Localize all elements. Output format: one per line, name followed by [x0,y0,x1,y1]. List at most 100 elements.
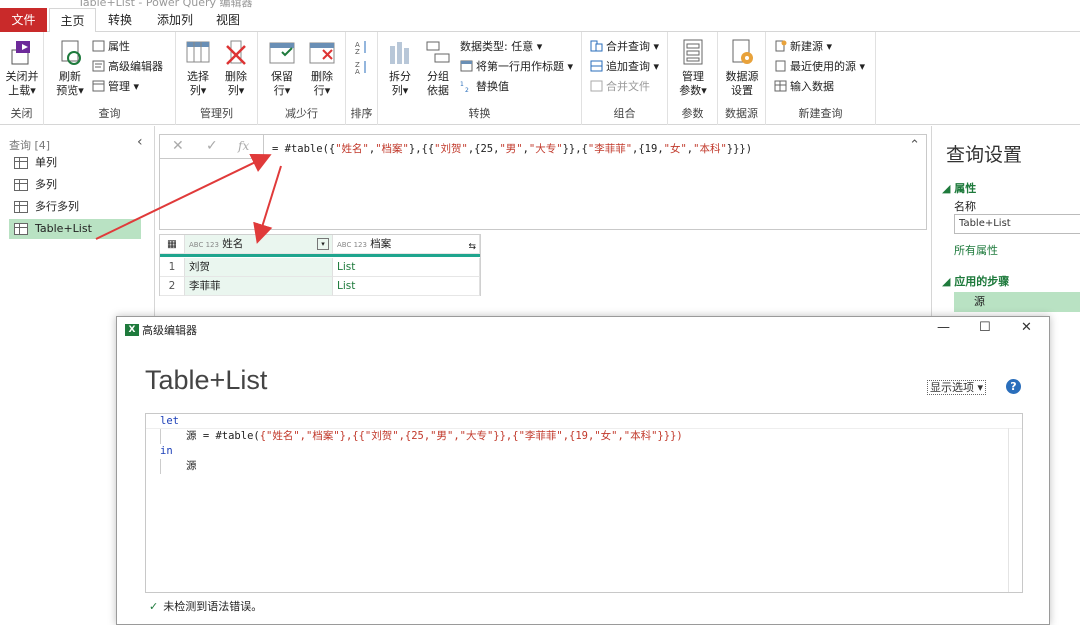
data-type-dropdown[interactable]: 数据类型: 任意 ▾ [460,38,542,56]
formula-prefix: = #table( [272,143,329,155]
refresh-preview-button[interactable]: 刷新 预览▾ [52,38,88,98]
group-by-label-1: 分组 [427,70,449,83]
formula-buttons: ✕ ✓ fx [160,135,264,159]
group-sort: AZ ZA 排序 [346,32,378,125]
tab-home[interactable]: 主页 [49,8,96,33]
remove-columns-button[interactable]: 删除 列▾ [218,38,254,98]
keep-rows-button[interactable]: 保留 行▾ [264,38,300,98]
formula-token: ,{25, [467,143,500,155]
choose-columns-label-1: 选择 [187,70,209,83]
recent-sources-button[interactable]: 最近使用的源 ▾ [774,58,865,76]
split-column-button[interactable]: 拆分 列▾ [382,38,418,98]
group-transform: 拆分 列▾ 分组 依据 数据类型: 任意 ▾ 将第一行用作标题 ▾ 1 2 替换值 … [378,32,582,125]
group-by-icon [424,38,452,66]
replace-values-button[interactable]: 1 2 替换值 [460,78,509,96]
query-item-label: 单列 [35,156,57,169]
group-by-button[interactable]: 分组 依据 [420,38,456,98]
query-name-input[interactable]: Table+List [954,214,1080,234]
properties-button[interactable]: 属性 [92,38,130,56]
cell-list-link[interactable]: List [333,258,480,277]
query-item[interactable]: 多行多列 [9,197,141,217]
group-parameters: 管理 参数▾ 参数 [668,32,718,125]
cell-list-link[interactable]: List [333,277,480,296]
split-label-1: 拆分 [389,70,411,83]
close-load-button[interactable]: 关闭并 上载▾ [2,38,42,98]
tab-view[interactable]: 视图 [208,8,248,32]
tab-file[interactable]: 文件 [0,8,47,32]
confirm-icon[interactable]: ✓ [206,138,218,154]
manage-query-button[interactable]: 管理 ▾ [92,78,139,96]
formula-token: ,{19, [632,143,664,155]
choose-columns-button[interactable]: 选择 列▾ [180,38,216,98]
enter-data-label: 输入数据 [790,80,834,93]
keep-rows-icon [268,38,296,66]
refresh-icon [56,38,84,66]
code-keyword-let: let [160,415,179,427]
close-icon[interactable]: ✕ [1021,320,1032,335]
use-first-row-label: 将第一行用作标题 ▾ [476,60,574,73]
query-settings-title: 查询设置 [946,144,1023,166]
cell-name[interactable]: 刘贺 [185,258,333,277]
formula-token: }}}) [726,143,753,155]
fx-icon[interactable]: fx [238,139,249,153]
query-item[interactable]: 单列 [9,153,141,173]
table-menu-icon[interactable]: ▦ [160,235,185,254]
advanced-editor-button[interactable]: 高级编辑器 [92,58,163,76]
cell-name[interactable]: 李菲菲 [185,277,333,296]
query-item-selected[interactable]: Table+List [9,219,141,239]
combine-files-icon [590,80,603,92]
minimize-icon[interactable]: — [937,320,950,335]
data-source-settings-button[interactable]: 数据源 设置 [722,38,762,98]
enter-data-button[interactable]: 输入数据 [774,78,834,96]
column-header-archive[interactable]: ABC 123 档案 ⇆ [333,235,480,254]
dialog-title: 高级编辑器 [142,324,197,337]
column-header-label: 姓名 [222,238,244,250]
new-source-button[interactable]: 新建源 ▾ [774,38,832,56]
all-properties-link[interactable]: 所有属性 [954,242,998,258]
use-first-row-button[interactable]: 将第一行用作标题 ▾ [460,58,573,76]
collapse-pane-icon[interactable]: ‹ [137,134,143,150]
manage-parameters-button[interactable]: 管理 参数▾ [674,38,712,98]
tab-transform[interactable]: 转换 [100,8,140,32]
vertical-scrollbar[interactable] [1008,428,1022,592]
sort-ascending-icon[interactable]: AZ [355,40,368,58]
applied-step-item[interactable]: 源 [954,292,1080,312]
append-queries-button[interactable]: 追加查询 ▾ [590,58,659,76]
refresh-label-2: 预览▾ [56,84,84,97]
query-item[interactable]: 多列 [9,175,141,195]
combine-files-button[interactable]: 合并文件 [590,78,650,96]
remove-rows-button[interactable]: 删除 行▾ [304,38,340,98]
column-type-icon: ABC 123 [337,241,367,249]
dialog-heading: Table+List [145,365,268,395]
replace-values-label: 替换值 [476,80,509,93]
properties-section[interactable]: ◢ 属性 [942,180,976,196]
code-keyword-in: in [160,445,173,457]
group-new-query-label: 新建查询 [798,107,843,120]
group-by-label-2: 依据 [427,84,449,97]
formula-token: "女" [663,143,687,155]
collapse-formula-icon[interactable]: ⌃ [909,138,920,153]
formula-text[interactable]: = #table({"姓名","档案"},{{"刘贺",{25,"男","大专"… [272,141,752,156]
window-title: Table+List - Power Query 编辑器 [78,0,253,8]
group-combine: 合并查询 ▾ 追加查询 ▾ 合并文件 组合 [582,32,668,125]
svg-text:1: 1 [460,81,464,88]
expand-column-icon[interactable]: ⇆ [468,238,476,257]
replace-icon: 12 [460,80,473,94]
sort-descending-icon[interactable]: ZA [355,60,368,78]
maximize-icon[interactable]: ☐ [979,320,991,335]
tab-add-column[interactable]: 添加列 [150,8,200,32]
display-options-dropdown[interactable]: 显示选项 ▾ [927,380,987,395]
advanced-editor-dialog: X 高级编辑器 — ☐ ✕ Table+List 显示选项 ▾ ? let 源 … [116,316,1050,625]
filter-dropdown-icon[interactable]: ▾ [317,238,329,250]
code-editor[interactable]: let 源 = #table({"姓名","档案"},{{"刘贺",{25,"男… [145,413,1023,593]
help-icon[interactable]: ? [1006,379,1021,394]
data-source-settings-label-2: 设置 [731,84,753,97]
merge-queries-label: 合并查询 ▾ [606,40,660,53]
applied-steps-heading: 应用的步骤 [954,275,1010,288]
cancel-icon[interactable]: ✕ [172,138,184,154]
merge-queries-button[interactable]: 合并查询 ▾ [590,38,659,56]
formula-bar[interactable]: ✕ ✓ fx = #table({"姓名","档案"},{{"刘贺",{25,"… [159,134,927,230]
applied-steps-section[interactable]: ◢ 应用的步骤 [942,273,1009,289]
column-header-name[interactable]: ABC 123 姓名 ▾ [185,235,333,254]
code-source-assign: 源 = #table( [186,430,260,442]
